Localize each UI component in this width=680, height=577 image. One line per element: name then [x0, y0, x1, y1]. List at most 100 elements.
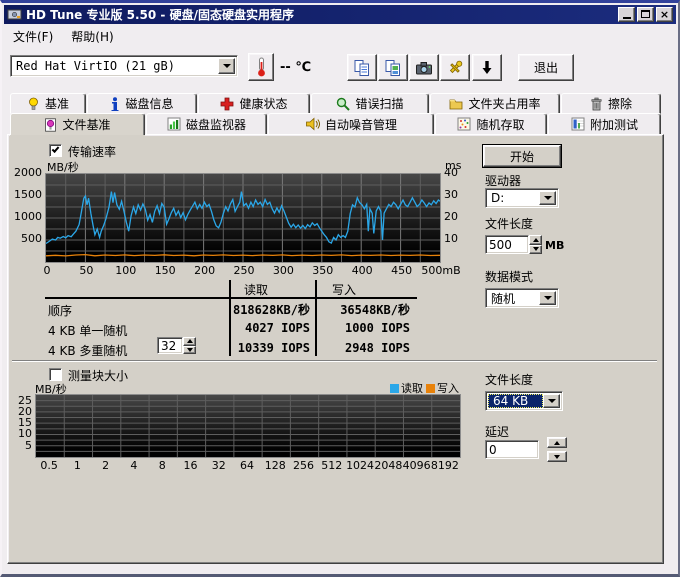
axis-tick-label: 200 — [185, 264, 225, 277]
tab-label: 磁盘监视器 — [186, 116, 246, 133]
tab-aam[interactable]: 自动噪音管理 — [268, 113, 434, 135]
delay-input[interactable]: 0 — [485, 440, 539, 459]
spin-up-icon[interactable] — [529, 235, 542, 245]
chevron-down-icon[interactable] — [539, 191, 556, 205]
file-length-stepper[interactable] — [529, 235, 542, 254]
menubar: 文件(F) 帮助(H) — [6, 27, 121, 46]
tab-label: 擦除 — [608, 95, 632, 112]
axis-tick-label: 450 — [382, 264, 422, 277]
file-length-input[interactable]: 500 — [485, 235, 529, 254]
file-length-unit: MB — [545, 239, 564, 252]
minimize-button[interactable] — [618, 7, 635, 22]
seq-read-value: 818628KB/秒 — [210, 301, 310, 318]
close-button[interactable]: × — [656, 7, 673, 22]
options-button[interactable] — [440, 54, 470, 81]
tab-disk-monitor[interactable]: 磁盘监视器 — [146, 113, 267, 135]
axis-tick-label: 2000 — [6, 166, 42, 179]
tab-label: 健康状态 — [239, 95, 287, 112]
disk-monitor-icon — [167, 117, 181, 131]
axis-tick-label: 300 — [263, 264, 303, 277]
legend-write-swatch — [426, 384, 435, 393]
tab-disk-info[interactable]: 磁盘信息 — [87, 93, 197, 114]
temperature-unit: ℃ — [295, 60, 311, 75]
4k32-write-value: 2948 IOPS — [310, 341, 410, 355]
queue-depth-input[interactable]: 32 — [157, 337, 183, 354]
tab-extra-tests[interactable]: 附加测试 — [548, 113, 661, 135]
temperature-readout: -- ℃ — [280, 60, 311, 75]
data-mode-value: 随机 — [486, 290, 539, 307]
spin-down-icon[interactable] — [529, 245, 542, 255]
titlebar[interactable]: HD Tune 专业版 5.50 - 硬盘/固态硬盘实用程序 × — [4, 5, 676, 24]
benchmark-bulb-icon — [27, 97, 40, 111]
down-arrow-icon — [478, 59, 496, 77]
data-mode-combobox[interactable]: 随机 — [485, 288, 559, 308]
exit-button[interactable]: 退出 — [518, 54, 574, 81]
drive-value: D: — [486, 191, 539, 205]
tab-health[interactable]: 健康状态 — [198, 93, 310, 114]
measure-block-checkbox[interactable] — [49, 368, 62, 381]
start-button[interactable]: 开始 — [483, 145, 561, 167]
tab-erase[interactable]: 擦除 — [561, 93, 661, 114]
axis-tick-label: 512 — [316, 459, 348, 472]
chevron-down-icon[interactable] — [539, 291, 556, 305]
tab-file-benchmark[interactable]: 文件基准 — [10, 113, 145, 135]
folder-icon — [449, 97, 463, 110]
screenshot-button[interactable] — [409, 54, 439, 81]
extra-tests-icon — [571, 117, 585, 131]
axis-tick-label: 4 — [118, 459, 150, 472]
block-size-chart — [35, 394, 461, 458]
copy-text-button[interactable] — [347, 54, 377, 81]
menu-help[interactable]: 帮助(H) — [64, 26, 120, 47]
app-icon — [7, 7, 22, 22]
axis-tick-label: 100 — [106, 264, 146, 277]
axis-tick-label: 8192 — [429, 459, 461, 472]
axis-tick-label: 0.5 — [33, 459, 65, 472]
axis-tick-label: 50 — [66, 264, 106, 277]
tab-error-scan[interactable]: 错误扫描 — [311, 93, 429, 114]
delay-label: 延迟 — [485, 423, 509, 440]
file-length-value: 500 — [486, 238, 512, 252]
axis-tick-label: 1 — [61, 459, 93, 472]
axis-tick-label: 20 — [444, 210, 468, 223]
drive-combobox[interactable]: D: — [485, 188, 559, 208]
maximize-button[interactable] — [637, 7, 654, 22]
queue-depth-stepper[interactable] — [183, 337, 196, 354]
copy-image-icon — [384, 59, 402, 77]
row-4k-single-label: 4 KB 单一随机 — [48, 322, 127, 339]
collapse-button[interactable] — [472, 54, 502, 81]
temperature-value: -- — [280, 60, 291, 75]
temperature-button[interactable] — [248, 53, 274, 81]
axis-tick-label: 2048 — [372, 459, 404, 472]
random-access-icon — [457, 117, 471, 131]
camera-icon — [415, 59, 433, 77]
axis-tick-label: 0 — [27, 264, 67, 277]
copy-image-button[interactable] — [378, 54, 408, 81]
tab-random-access[interactable]: 随机存取 — [435, 113, 547, 135]
axis-tick-label: 4096 — [401, 459, 433, 472]
menu-file[interactable]: 文件(F) — [6, 26, 60, 47]
chevron-down-icon[interactable] — [218, 58, 235, 74]
spin-up-icon — [554, 438, 560, 445]
tab-benchmark[interactable]: 基准 — [10, 93, 86, 114]
axis-tick-label: 30 — [444, 188, 468, 201]
axis-tick-label: 400 — [342, 264, 382, 277]
tab-folder-usage[interactable]: 文件夹占用率 — [430, 93, 560, 114]
app-window: HD Tune 专业版 5.50 - 硬盘/固态硬盘实用程序 × 文件(F) 帮… — [0, 0, 680, 577]
spin-down-icon[interactable] — [183, 346, 196, 355]
block-file-length-combobox[interactable]: 64 KB — [485, 391, 563, 411]
transfer-rate-checkbox[interactable] — [49, 144, 62, 157]
delay-up-button[interactable] — [547, 437, 567, 448]
block-file-length-value: 64 KB — [488, 394, 543, 408]
drive-selector[interactable]: Red Hat VirtIO (21 gB) — [10, 55, 238, 77]
delay-down-button[interactable] — [547, 451, 567, 462]
window-title: HD Tune 专业版 5.50 - 硬盘/固态硬盘实用程序 — [26, 6, 294, 23]
axis-tick-label: 32 — [203, 459, 235, 472]
4k-read-value: 4027 IOPS — [210, 321, 310, 335]
speaker-icon — [305, 117, 320, 131]
transfer-rate-label: 传输速率 — [68, 143, 116, 160]
spin-up-icon[interactable] — [183, 337, 196, 346]
chevron-down-icon[interactable] — [543, 394, 560, 408]
table-col-write: 写入 — [332, 281, 356, 298]
tab-label: 附加测试 — [590, 116, 638, 133]
file-length-label: 文件长度 — [485, 215, 533, 232]
